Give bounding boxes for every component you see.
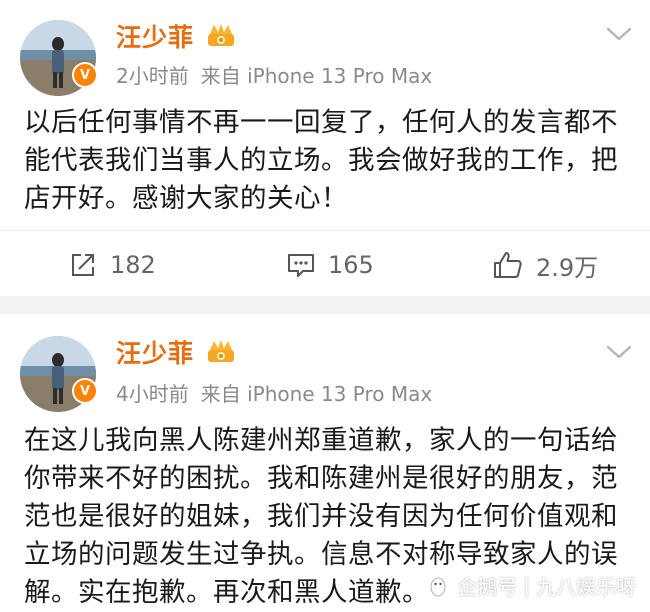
username[interactable]: 汪少菲: [116, 18, 194, 54]
post-separator: [0, 296, 650, 314]
watermark-author: 九八娱乐呀: [536, 575, 636, 599]
share-button[interactable]: 182: [68, 248, 156, 282]
post-time: 4小时前: [116, 382, 189, 406]
share-count: 182: [110, 251, 156, 279]
weibo-post-1: V 汪少菲 2小时前 来自 iPhone 13 Pro Max 以后任何事情不再一…: [0, 0, 650, 296]
comment-button[interactable]: 165: [286, 248, 374, 282]
like-button[interactable]: 2.9万: [492, 248, 598, 282]
verified-v-icon: V: [72, 62, 98, 88]
username[interactable]: 汪少菲: [116, 334, 194, 370]
member-crown-icon[interactable]: [206, 22, 236, 48]
post-time: 2小时前: [116, 64, 189, 88]
post-source[interactable]: 来自 iPhone 13 Pro Max: [201, 382, 432, 406]
like-icon: [494, 252, 522, 278]
share-icon: [72, 254, 94, 276]
post-meta: 4小时前 来自 iPhone 13 Pro Max: [116, 378, 432, 407]
post-source[interactable]: 来自 iPhone 13 Pro Max: [201, 64, 432, 88]
like-count: 2.9万: [536, 253, 599, 282]
chevron-down-icon[interactable]: [606, 26, 632, 42]
penguin-icon: [430, 577, 446, 596]
verified-v-icon: V: [72, 378, 98, 404]
member-crown-icon[interactable]: [206, 338, 236, 364]
watermark: 企鹅号 | 九八娱乐呀: [427, 571, 636, 600]
post-text: 以后任何事情不再一一回复了，任何人的发言都不能代表我们当事人的立场。我会做好我的…: [24, 107, 618, 214]
comment-icon: [288, 254, 314, 277]
post-meta: 2小时前 来自 iPhone 13 Pro Max: [116, 60, 432, 89]
divider: [0, 230, 650, 231]
comment-count: 165: [328, 251, 374, 279]
chevron-down-icon[interactable]: [606, 344, 632, 360]
weibo-post-2: V 汪少菲 4小时前 来自 iPhone 13 Pro Max 在这儿我向黑人陈建…: [0, 314, 650, 608]
watermark-platform: 企鹅号: [457, 575, 518, 599]
